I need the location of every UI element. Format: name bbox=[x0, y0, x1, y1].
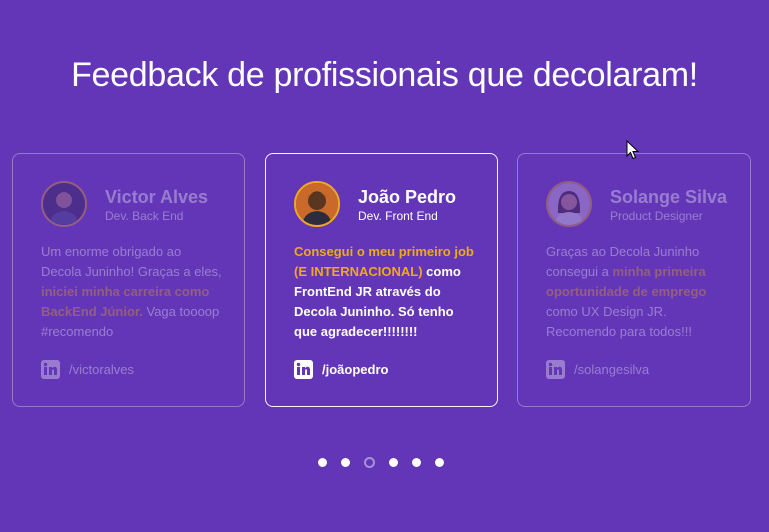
person-name: João Pedro bbox=[358, 187, 457, 207]
section-title: Feedback de profissionais que decolaram! bbox=[71, 56, 698, 94]
carousel-dot[interactable] bbox=[341, 458, 350, 467]
carousel-pagination bbox=[318, 457, 444, 468]
social-handle[interactable]: /joãopedro bbox=[322, 362, 388, 377]
avatar bbox=[294, 181, 340, 227]
avatar bbox=[41, 181, 87, 227]
linkedin-icon[interactable] bbox=[546, 360, 565, 379]
carousel-dot[interactable] bbox=[412, 458, 421, 467]
person-role: Product Designer bbox=[610, 209, 703, 223]
social-link[interactable]: /solangesilva bbox=[546, 360, 649, 379]
carousel-dot[interactable] bbox=[364, 457, 375, 468]
testimonial-quote: Consegui o meu primeiro job (E INTERNACI… bbox=[294, 242, 478, 342]
quote-text: Um enorme obrigado ao Decola Juninho! Gr… bbox=[41, 244, 222, 279]
testimonial-quote: Um enorme obrigado ao Decola Juninho! Gr… bbox=[41, 242, 225, 342]
social-handle[interactable]: /solangesilva bbox=[574, 362, 649, 377]
testimonial-card-victor[interactable]: Victor Alves Dev. Back End Um enorme obr… bbox=[12, 153, 245, 407]
social-link[interactable]: /joãopedro bbox=[294, 360, 388, 379]
carousel-dot[interactable] bbox=[389, 458, 398, 467]
testimonial-quote: Graças ao Decola Juninho consegui a minh… bbox=[546, 242, 730, 342]
person-name: Solange Silva bbox=[610, 187, 728, 207]
linkedin-icon[interactable] bbox=[41, 360, 60, 379]
testimonial-card-joao[interactable]: João Pedro Dev. Front End Consegui o meu… bbox=[265, 153, 498, 407]
person-name: Victor Alves bbox=[105, 187, 209, 207]
testimonial-card-solange[interactable]: Solange Silva Product Designer Graças ao… bbox=[517, 153, 751, 407]
person-role: Dev. Front End bbox=[358, 209, 438, 223]
carousel-dot[interactable] bbox=[318, 458, 327, 467]
social-link[interactable]: /victoralves bbox=[41, 360, 134, 379]
carousel-dot[interactable] bbox=[435, 458, 444, 467]
avatar bbox=[546, 181, 592, 227]
quote-text: como UX Design JR. Recomendo para todos!… bbox=[546, 304, 692, 339]
mouse-cursor-icon bbox=[626, 139, 640, 165]
linkedin-icon[interactable] bbox=[294, 360, 313, 379]
social-handle[interactable]: /victoralves bbox=[69, 362, 134, 377]
person-role: Dev. Back End bbox=[105, 209, 184, 223]
